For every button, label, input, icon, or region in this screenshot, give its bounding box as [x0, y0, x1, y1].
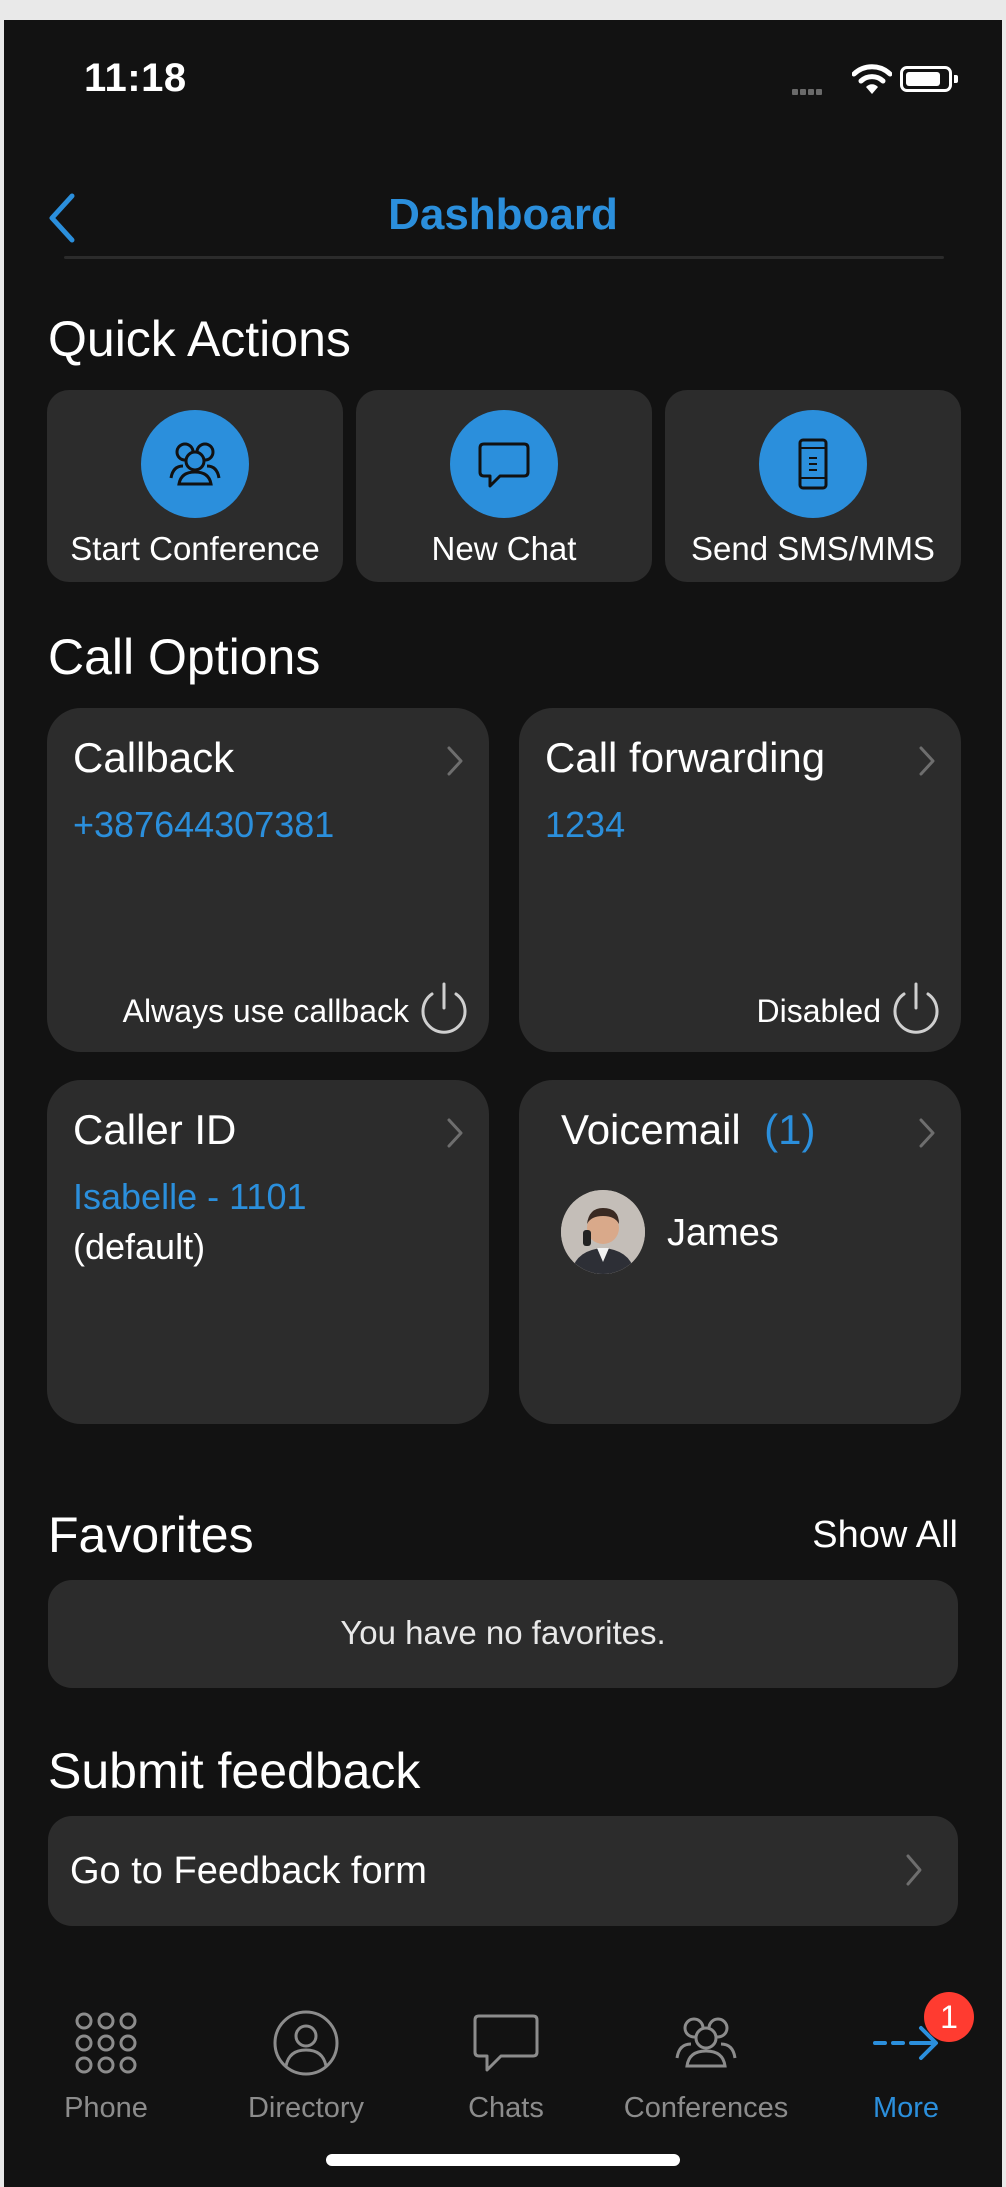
- quick-actions-title: Quick Actions: [48, 311, 351, 367]
- tab-label: Phone: [64, 2092, 148, 2124]
- chevron-right-icon: [919, 746, 935, 776]
- person-icon: [273, 2010, 339, 2076]
- qa-icon-circle: [141, 410, 249, 518]
- tab-label: Conferences: [623, 2092, 789, 2124]
- call-forwarding-card[interactable]: Call forwarding 1234 Disabled: [519, 708, 961, 1052]
- mobile-phone-icon: [798, 438, 828, 490]
- voicemail-title: Voicemail (1): [561, 1106, 815, 1154]
- tab-more[interactable]: More 1: [806, 1992, 1002, 2125]
- new-chat-button[interactable]: New Chat: [356, 390, 652, 582]
- call-forwarding-status: Disabled: [756, 993, 881, 1029]
- voicemail-caller-name: James: [667, 1212, 779, 1254]
- chevron-right-icon: [447, 1118, 463, 1148]
- cellular-signal-icon: [792, 82, 824, 100]
- start-conference-button[interactable]: Start Conference: [47, 390, 343, 582]
- header-divider: [64, 256, 944, 259]
- qa-icon-circle: [759, 410, 867, 518]
- avatar: [561, 1190, 645, 1274]
- tab-label: More: [872, 2092, 940, 2124]
- call-forwarding-title: Call forwarding: [545, 734, 826, 781]
- tab-label: Directory: [247, 2092, 364, 2124]
- status-time: 11:18: [84, 56, 187, 100]
- avatar-photo-icon: [561, 1190, 645, 1274]
- caller-id-card[interactable]: Caller ID Isabelle - 1101 (default): [47, 1080, 489, 1424]
- nav-header: Dashboard: [4, 150, 1002, 260]
- caller-id-title: Caller ID: [73, 1106, 237, 1153]
- tab-phone[interactable]: Phone: [6, 2008, 206, 2125]
- app-screen: 11:18 Dashboard Quick Actions Start Conf…: [4, 20, 1002, 2187]
- call-options-title: Call Options: [48, 629, 321, 685]
- chevron-right-icon: [919, 1118, 935, 1148]
- show-all-favorites-link[interactable]: Show All: [812, 1514, 958, 1557]
- wifi-icon: [852, 64, 892, 94]
- callback-number: +387644307381: [73, 804, 335, 845]
- conference-icon: [675, 2017, 737, 2068]
- tab-chats[interactable]: Chats: [406, 2008, 606, 2125]
- send-sms-mms-button[interactable]: Send SMS/MMS: [665, 390, 961, 582]
- tab-label: Chats: [468, 2092, 544, 2124]
- qa-label: Start Conference: [70, 530, 320, 567]
- qa-label: New Chat: [431, 530, 577, 567]
- conference-icon: [169, 442, 221, 486]
- submit-feedback-title: Submit feedback: [48, 1743, 421, 1799]
- voicemail-label: Voicemail: [561, 1106, 741, 1153]
- caller-id-default-label: (default): [73, 1226, 206, 1267]
- battery-icon: [900, 66, 958, 92]
- callback-title: Callback: [73, 734, 235, 781]
- voicemail-count: (1): [764, 1106, 816, 1153]
- qa-icon-circle: [450, 410, 558, 518]
- favorites-empty-box: You have no favorites.: [48, 1580, 958, 1688]
- power-toggle-icon[interactable]: [417, 980, 471, 1038]
- status-bar: 11:18: [4, 20, 1002, 150]
- favorites-empty-text: You have no favorites.: [340, 1614, 666, 1651]
- chat-bubble-icon: [478, 442, 530, 488]
- tab-conferences[interactable]: Conferences: [606, 2008, 806, 2125]
- page-title: Dashboard: [388, 190, 618, 239]
- power-toggle-icon[interactable]: [889, 980, 943, 1038]
- home-indicator: [326, 2154, 680, 2166]
- voicemail-card[interactable]: Voicemail (1) James: [519, 1080, 961, 1424]
- tab-directory[interactable]: Directory: [206, 2008, 406, 2125]
- feedback-form-label: Go to Feedback form: [70, 1850, 427, 1892]
- caller-id-value: Isabelle - 1101: [73, 1176, 307, 1217]
- callback-status: Always use callback: [122, 993, 409, 1029]
- notification-badge: 1: [924, 1992, 974, 2042]
- qa-label: Send SMS/MMS: [691, 530, 935, 567]
- chevron-right-icon: [906, 1854, 922, 1886]
- dialpad-icon: [75, 2012, 137, 2074]
- callback-card[interactable]: Callback +387644307381 Always use callba…: [47, 708, 489, 1052]
- feedback-form-link[interactable]: Go to Feedback form: [48, 1816, 958, 1926]
- call-forwarding-number: 1234: [545, 804, 626, 845]
- favorites-title: Favorites: [48, 1507, 254, 1563]
- chevron-right-icon: [447, 746, 463, 776]
- chat-bubble-icon: [473, 2014, 539, 2072]
